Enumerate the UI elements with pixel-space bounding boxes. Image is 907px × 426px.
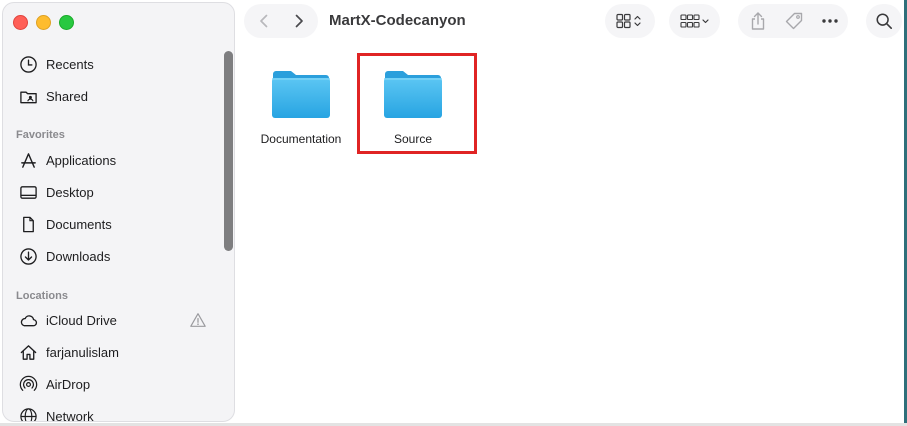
more-icon	[822, 19, 838, 23]
view-mode-button[interactable]	[605, 4, 655, 38]
sidebar: Recents Shared Favorites Applications De…	[2, 2, 235, 422]
grid-view-icon	[616, 13, 641, 29]
applications-icon	[17, 149, 39, 171]
warning-icon[interactable]	[189, 311, 207, 329]
sidebar-item-airdrop[interactable]: AirDrop	[17, 370, 207, 398]
sidebar-item-icloud-drive[interactable]: iCloud Drive	[17, 306, 207, 334]
favorites-header: Favorites	[16, 129, 65, 141]
search-pill	[866, 4, 902, 38]
search-icon	[876, 13, 893, 30]
desktop-icon	[17, 181, 39, 203]
download-icon	[17, 245, 39, 267]
more-button[interactable]	[812, 4, 848, 38]
sidebar-item-shared[interactable]: Shared	[17, 82, 207, 110]
search-button[interactable]	[866, 4, 902, 38]
actions-pill	[738, 4, 848, 38]
close-window-button[interactable]	[13, 15, 28, 30]
network-icon	[17, 405, 39, 421]
group-by-icon	[679, 14, 709, 28]
chevron-right-icon	[295, 14, 303, 28]
sidebar-item-label: Network	[46, 408, 94, 422]
back-button[interactable]	[245, 4, 282, 38]
tag-button[interactable]	[776, 4, 812, 38]
sidebar-item-label: farjanulislam	[46, 344, 119, 360]
sidebar-item-downloads[interactable]: Downloads	[17, 242, 207, 270]
folder-icon	[272, 71, 330, 118]
sidebar-item-label: iCloud Drive	[46, 312, 117, 328]
sidebar-item-home[interactable]: farjanulislam	[17, 338, 207, 366]
sidebar-scrollbar[interactable]	[224, 51, 233, 251]
shared-folder-icon	[17, 85, 39, 107]
sidebar-item-applications[interactable]: Applications	[17, 146, 207, 174]
sidebar-item-recents[interactable]: Recents	[17, 50, 207, 78]
locations-header: Locations	[16, 290, 68, 302]
sidebar-item-label: Downloads	[46, 248, 111, 264]
sidebar-item-network[interactable]: Network	[17, 402, 207, 422]
sidebar-item-label: Desktop	[46, 184, 94, 200]
chevron-left-icon	[259, 14, 267, 28]
group-by-pill	[669, 4, 720, 38]
clock-icon	[17, 53, 39, 75]
minimize-window-button[interactable]	[36, 15, 51, 30]
sidebar-item-desktop[interactable]: Desktop	[17, 178, 207, 206]
group-by-button[interactable]	[669, 4, 720, 38]
sidebar-item-documents[interactable]: Documents	[17, 210, 207, 238]
home-icon	[17, 341, 39, 363]
folder-item-documentation[interactable]: Documentation	[246, 68, 356, 158]
document-icon	[17, 213, 39, 235]
window-controls	[13, 15, 74, 30]
navigation-buttons	[244, 4, 318, 38]
cloud-icon	[17, 309, 39, 331]
tag-icon	[785, 12, 803, 30]
share-button[interactable]	[740, 4, 776, 38]
sidebar-item-label: Shared	[46, 88, 88, 104]
zoom-window-button[interactable]	[59, 15, 74, 30]
sidebar-item-label: Applications	[46, 152, 117, 168]
sidebar-item-label: Recents	[46, 56, 94, 72]
sidebar-item-label: Documents	[46, 216, 112, 232]
folder-label: Documentation	[260, 132, 342, 146]
share-icon	[751, 12, 765, 30]
view-mode-pill	[605, 4, 655, 38]
highlight-box	[357, 53, 477, 154]
sidebar-item-label: AirDrop	[46, 376, 91, 392]
forward-button[interactable]	[280, 4, 317, 38]
window-title: MartX-Codecanyon	[329, 12, 466, 29]
airdrop-icon	[17, 373, 39, 395]
